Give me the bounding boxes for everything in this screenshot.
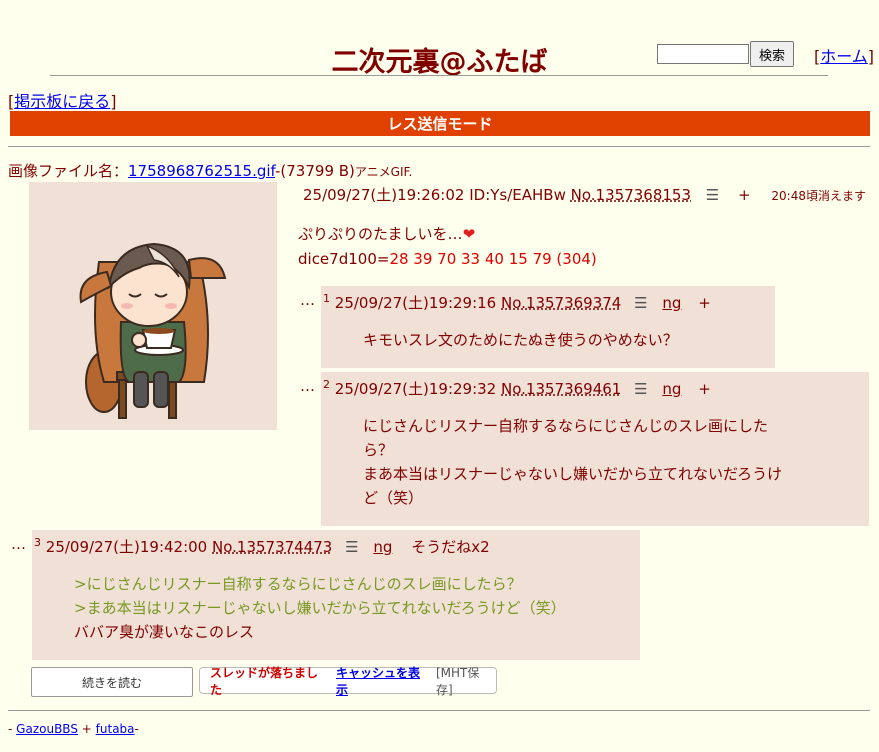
reply-line: まあ本当はリスナーじゃないし嫌いだから立てれないだろうけ — [363, 465, 783, 483]
op-body: ぷりぷりのたましいを…❤ dice7d100=28 39 70 33 40 15… — [298, 222, 597, 272]
expiry-notice: 20:48頃消えます — [771, 189, 866, 203]
reply-header: 1 25/09/27(土)19:29:16 No.1357369374 ☰ ng… — [323, 292, 711, 313]
reply-marker: … — [300, 377, 315, 395]
ng-button[interactable]: ng — [662, 380, 681, 398]
read-more-button[interactable]: 続きを読む — [31, 667, 193, 697]
search-button[interactable]: 検索 — [750, 41, 794, 67]
mht-save[interactable]: [MHT保存] — [436, 664, 496, 698]
op-plus-button[interactable]: + — [738, 186, 751, 204]
footer-dash-end: - — [134, 722, 139, 736]
reply-post: 3 25/09/27(土)19:42:00 No.1357374473 ☰ ng… — [32, 530, 640, 660]
quote-line: >まあ本当はリスナーじゃないし嫌いだから立てれないだろうけど（笑） — [74, 599, 566, 617]
home-link[interactable]: ホーム — [820, 47, 868, 66]
footer: - GazouBBS + futaba- — [8, 722, 139, 736]
reply-number[interactable]: No.1357369374 — [501, 294, 621, 312]
thread-status: スレッドが落ちました キャッシュを表示 [MHT保存] — [199, 666, 497, 697]
footer-dash: - — [8, 722, 13, 736]
reply-mode-banner: レス送信モード — [10, 111, 870, 136]
dice-label: dice7d100= — [298, 250, 390, 268]
reply-body: >にじさんじリスナー自称するならにじさんじのスレ画にしたら？ >まあ本当はリスナ… — [74, 572, 566, 644]
home-link-wrapper: [ホーム] — [814, 47, 875, 66]
reply-body: キモいスレ文のためにたぬき使うのやめない？ — [363, 328, 678, 352]
reply-line: ババア臭が凄いなこのレス — [74, 623, 255, 641]
file-note: アニメGIF. — [354, 165, 413, 179]
menu-icon[interactable]: ☰ — [706, 186, 719, 204]
cache-link[interactable]: キャッシュを表示 — [336, 664, 432, 698]
reply-header: 2 25/09/27(土)19:29:32 No.1357369461 ☰ ng… — [323, 378, 711, 399]
menu-icon[interactable]: ☰ — [634, 380, 647, 398]
menu-icon[interactable]: ☰ — [634, 294, 647, 312]
op-number[interactable]: No.1357368153 — [571, 186, 691, 204]
footer-divider — [8, 710, 870, 711]
plus-button[interactable]: + — [698, 294, 711, 312]
plus-button[interactable]: + — [698, 380, 711, 398]
dice-result: 28 39 70 33 40 15 79 (304) — [389, 250, 597, 268]
gazoubbs-link[interactable]: GazouBBS — [16, 722, 78, 736]
file-size: -(73799 B) — [275, 162, 355, 180]
futaba-link[interactable]: futaba — [96, 722, 135, 736]
op-datetime: 25/09/27(土)19:26:02 — [303, 186, 465, 204]
reply-number[interactable]: No.1357369461 — [501, 380, 621, 398]
search-input[interactable] — [657, 44, 749, 64]
mode-divider — [8, 146, 870, 147]
ng-button[interactable]: ng — [662, 294, 681, 312]
file-label: 画像ファイル名： — [8, 162, 129, 180]
ng-button[interactable]: ng — [373, 538, 392, 556]
character-illustration — [79, 242, 227, 419]
thread-image[interactable] — [29, 182, 277, 430]
op-header: 25/09/27(土)19:26:02 ID:Ys/EAHBw No.13573… — [303, 184, 866, 205]
reply-number[interactable]: No.1357374473 — [212, 538, 332, 556]
reply-post: 1 25/09/27(土)19:29:16 No.1357369374 ☰ ng… — [321, 286, 775, 368]
reply-line: にじさんじリスナー自称するならにじさんじのスレ画にした — [363, 417, 769, 435]
quote-line: >にじさんじリスナー自称するならにじさんじのスレ画にしたら？ — [74, 575, 522, 593]
reply-line: ど（笑） — [363, 489, 424, 507]
back-to-board-link[interactable]: 掲示板に戻る — [14, 92, 110, 111]
reply-body: にじさんじリスナー自称するならにじさんじのスレ画にした ら？ まあ本当はリスナー… — [363, 414, 782, 510]
reply-line: キモいスレ文のためにたぬき使うのやめない？ — [363, 331, 678, 349]
reply-datetime: 25/09/27(土)19:29:32 — [334, 380, 497, 398]
op-id: ID:Ys/EAHBw — [469, 186, 566, 204]
reply-post: 2 25/09/27(土)19:29:32 No.1357369461 ☰ ng… — [321, 372, 869, 526]
header-divider — [50, 75, 828, 76]
thread-dead-notice: スレッドが落ちました — [210, 665, 319, 697]
reply-index: 3 — [34, 536, 41, 549]
reply-index: 2 — [323, 378, 330, 391]
reply-index: 1 — [323, 292, 330, 305]
menu-icon[interactable]: ☰ — [345, 538, 358, 556]
op-text: ぷりぷりのたましいを… — [298, 225, 463, 243]
reply-line: ら？ — [363, 441, 394, 459]
reply-header: 3 25/09/27(土)19:42:00 No.1357374473 ☰ ng… — [34, 536, 490, 557]
back-link-wrapper: [掲示板に戻る] — [8, 92, 117, 111]
footer-plus: + — [81, 722, 92, 736]
soudane-button[interactable]: そうだねx2 — [411, 538, 489, 556]
heart-icon: ❤ — [462, 225, 476, 243]
file-link[interactable]: 1758968762515.gif — [128, 162, 275, 180]
reply-datetime: 25/09/27(土)19:42:00 — [45, 538, 208, 556]
reply-marker: … — [11, 535, 26, 553]
reply-datetime: 25/09/27(土)19:29:16 — [334, 294, 497, 312]
reply-marker: … — [300, 291, 315, 309]
file-info: 画像ファイル名：1758968762515.gif-(73799 B)アニメGI… — [8, 160, 412, 181]
